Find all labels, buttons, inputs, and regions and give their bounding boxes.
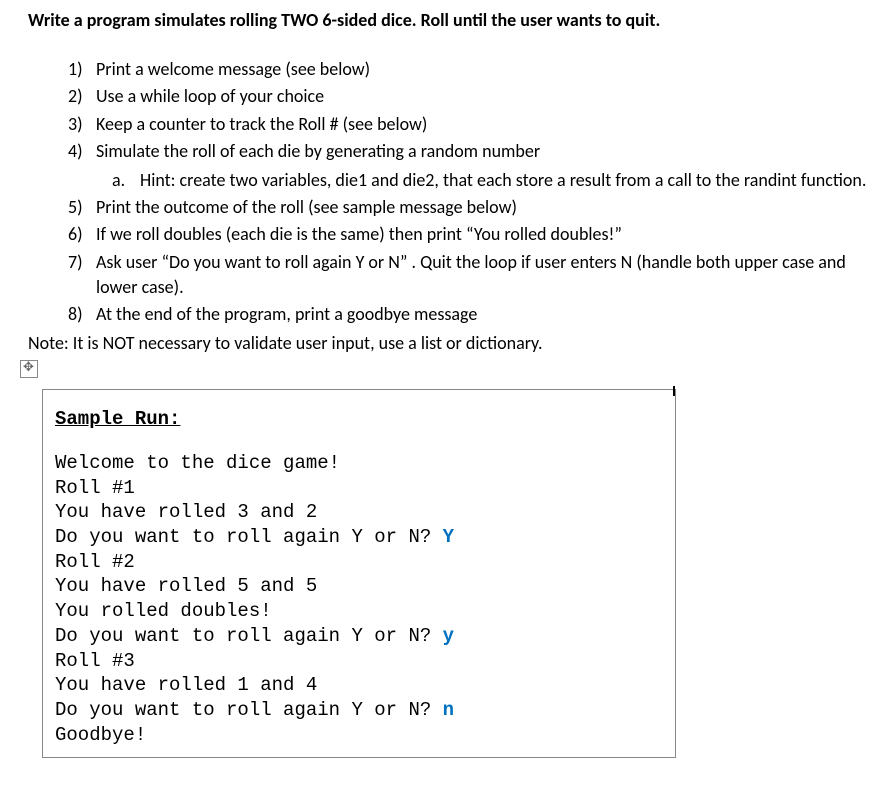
move-handle-icon[interactable] — [20, 360, 38, 378]
requirements-list-part1: 1) Print a welcome message (see below) 2… — [20, 57, 872, 164]
sub-item: a. Hint: create two variables, die1 and … — [112, 168, 872, 193]
user-input: n — [443, 699, 454, 721]
item-text: Simulate the roll of each die by generat… — [96, 139, 872, 164]
output-line: You have rolled 1 and 4 — [55, 673, 663, 698]
output-line: Roll #3 — [55, 649, 663, 674]
output-line: Do you want to roll again Y or N? n — [55, 698, 663, 723]
item-number: 1) — [68, 57, 96, 82]
item-text: At the end of the program, print a goodb… — [96, 302, 872, 327]
output-line: You rolled doubles! — [55, 599, 663, 624]
item-number: 5) — [68, 195, 96, 220]
item-number: 6) — [68, 222, 96, 247]
list-item: 8) At the end of the program, print a go… — [68, 302, 872, 327]
list-item: 2) Use a while loop of your choice — [68, 84, 872, 109]
list-item: 4) Simulate the roll of each die by gene… — [68, 139, 872, 164]
sub-text: Hint: create two variables, die1 and die… — [140, 168, 872, 193]
list-item: 7) Ask user “Do you want to roll again Y… — [68, 250, 872, 300]
user-input: y — [443, 625, 454, 647]
item-text: Use a while loop of your choice — [96, 84, 872, 109]
item-number: 3) — [68, 112, 96, 137]
list-item: 1) Print a welcome message (see below) — [68, 57, 872, 82]
item-text: Ask user “Do you want to roll again Y or… — [96, 250, 872, 300]
sample-run-header: Sample Run: — [55, 406, 663, 433]
item-number: 7) — [68, 250, 96, 300]
output-line: Do you want to roll again Y or N? y — [55, 624, 663, 649]
output-line: Roll #1 — [55, 476, 663, 501]
output-line: Goodbye! — [55, 723, 663, 748]
requirements-list-part2: 5) Print the outcome of the roll (see sa… — [20, 195, 872, 327]
item-text: Print a welcome message (see below) — [96, 57, 872, 82]
item-number: 4) — [68, 139, 96, 164]
cursor-mark-icon — [673, 386, 675, 396]
assignment-title: Write a program simulates rolling TWO 6-… — [20, 8, 872, 33]
note-text: Note: It is NOT necessary to validate us… — [20, 331, 872, 356]
sample-output: Welcome to the dice game! Roll #1 You ha… — [55, 451, 663, 747]
list-item: 6) If we roll doubles (each die is the s… — [68, 222, 872, 247]
sample-run-box: Sample Run: Welcome to the dice game! Ro… — [42, 389, 676, 758]
user-input: Y — [443, 526, 454, 548]
output-line: Do you want to roll again Y or N? Y — [55, 525, 663, 550]
output-line: Welcome to the dice game! — [55, 451, 663, 476]
output-line: You have rolled 3 and 2 — [55, 500, 663, 525]
list-item: 3) Keep a counter to track the Roll # (s… — [68, 112, 872, 137]
item-text: Print the outcome of the roll (see sampl… — [96, 195, 872, 220]
output-line: Roll #2 — [55, 550, 663, 575]
item-number: 8) — [68, 302, 96, 327]
item-number: 2) — [68, 84, 96, 109]
sub-letter: a. — [112, 168, 140, 193]
sub-requirements: a. Hint: create two variables, die1 and … — [20, 168, 872, 193]
item-text: If we roll doubles (each die is the same… — [96, 222, 872, 247]
list-item: 5) Print the outcome of the roll (see sa… — [68, 195, 872, 220]
output-line: You have rolled 5 and 5 — [55, 574, 663, 599]
item-text: Keep a counter to track the Roll # (see … — [96, 112, 872, 137]
